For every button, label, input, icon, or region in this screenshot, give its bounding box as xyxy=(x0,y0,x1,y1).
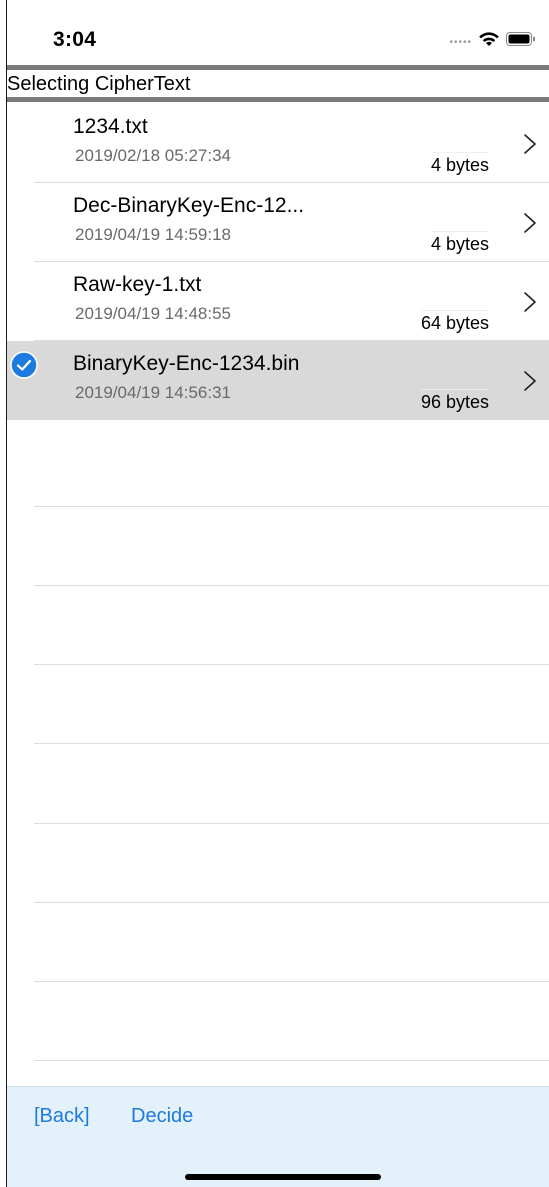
file-date: 2019/04/19 14:48:55 xyxy=(75,304,231,323)
checkmark-circle-icon xyxy=(10,351,38,379)
empty-row-divider xyxy=(34,664,549,665)
chevron-right-icon xyxy=(524,213,536,233)
empty-row-divider xyxy=(34,743,549,744)
chevron-right-icon xyxy=(524,134,536,154)
empty-row-divider xyxy=(34,506,549,507)
back-button[interactable]: [Back] xyxy=(34,1105,90,1128)
file-row-selected[interactable]: BinaryKey-Enc-1234.bin 2019/04/19 14:56:… xyxy=(7,341,549,420)
file-size: 64 bytes xyxy=(420,310,489,334)
file-name: Raw-key-1.txt xyxy=(73,273,202,296)
app-window: 3:04 ••••• Selecting CipherText 1234.txt… xyxy=(6,0,549,1187)
file-name: Dec-BinaryKey-Enc-12... xyxy=(73,194,305,217)
signal-dots-icon: ••••• xyxy=(449,36,472,48)
header-divider-top xyxy=(7,65,549,70)
empty-row-divider xyxy=(34,902,549,903)
file-size: 4 bytes xyxy=(430,231,489,255)
battery-icon xyxy=(506,32,535,46)
status-time: 3:04 xyxy=(53,28,97,51)
file-name: BinaryKey-Enc-1234.bin xyxy=(73,352,300,375)
file-name: 1234.txt xyxy=(73,115,148,138)
file-size: 96 bytes xyxy=(420,389,489,413)
bottom-toolbar: [Back] Decide xyxy=(7,1086,549,1187)
file-date: 2019/04/19 14:56:31 xyxy=(75,383,231,402)
empty-row-divider xyxy=(34,981,549,982)
file-date: 2019/04/19 14:59:18 xyxy=(75,225,231,244)
chevron-right-icon xyxy=(524,371,536,391)
status-bar: 3:04 ••••• xyxy=(7,0,549,64)
chevron-right-icon xyxy=(524,292,536,312)
file-date: 2019/02/18 05:27:34 xyxy=(75,146,231,165)
decide-button[interactable]: Decide xyxy=(131,1105,193,1128)
file-row[interactable]: Raw-key-1.txt 2019/04/19 14:48:55 64 byt… xyxy=(7,262,549,341)
file-size: 4 bytes xyxy=(430,152,489,176)
wifi-icon xyxy=(479,32,499,46)
file-row[interactable]: Dec-BinaryKey-Enc-12... 2019/04/19 14:59… xyxy=(7,183,549,262)
page-title: Selecting CipherText xyxy=(7,73,191,95)
status-icons: ••••• xyxy=(449,28,536,50)
file-row[interactable]: 1234.txt 2019/02/18 05:27:34 4 bytes xyxy=(7,104,549,183)
home-indicator[interactable] xyxy=(185,1174,381,1180)
empty-row-divider xyxy=(34,1060,549,1061)
header-divider-bottom xyxy=(7,97,549,102)
empty-row-divider xyxy=(34,585,549,586)
empty-row-divider xyxy=(34,823,549,824)
file-list: 1234.txt 2019/02/18 05:27:34 4 bytes Dec… xyxy=(7,104,549,420)
